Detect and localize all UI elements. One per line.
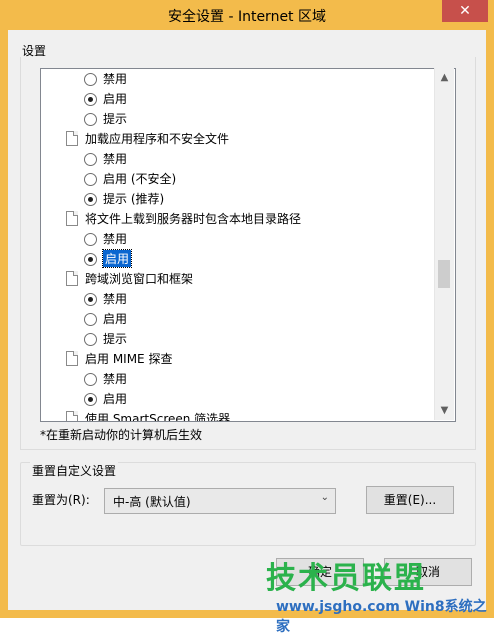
setting-option-label[interactable]: 提示 [103,330,127,347]
radio-unchecked-icon[interactable] [84,233,97,246]
title-bar[interactable]: 安全设置 - Internet 区域 ✕ [0,0,494,30]
radio-unchecked-icon[interactable] [84,113,97,126]
watermark-url-text: www.jsgho.com [276,599,400,615]
setting-header-label: 加载应用程序和不安全文件 [85,132,230,146]
watermark-logo-text: 技术员联盟 [266,561,426,596]
setting-option-label[interactable]: 启用 [101,249,133,268]
radio-unchecked-icon[interactable] [84,153,97,166]
setting-option-label[interactable]: 禁用 [103,70,127,87]
setting-option[interactable]: 禁用 [41,229,431,249]
radio-checked-icon[interactable] [84,253,97,266]
setting-option[interactable]: 禁用 [41,289,431,309]
setting-option-label[interactable]: 提示 [103,110,127,127]
setting-option-label[interactable]: 启用 [103,310,127,327]
setting-option-label[interactable]: 启用 [103,90,127,107]
setting-option-label[interactable]: 禁用 [103,230,127,247]
reset-level-dropdown[interactable]: 中-高 (默认值) ⌄ [104,488,336,514]
setting-option[interactable]: 提示 (推荐) [41,189,431,209]
window-title: 安全设置 - Internet 区域 [168,9,326,25]
setting-option-label[interactable]: 启用 (不安全) [103,170,176,187]
setting-option[interactable]: 启用 (不安全) [41,169,431,189]
scroll-thumb[interactable] [438,260,450,288]
radio-unchecked-icon[interactable] [84,173,97,186]
setting-option[interactable]: 启用 [41,389,431,409]
setting-header-label: 跨域浏览窗口和框架 [85,272,194,286]
setting-option-label[interactable]: 提示 (推荐) [103,190,164,207]
setting-header: 跨域浏览窗口和框架 [41,269,431,289]
setting-header-label: 将文件上载到服务器时包含本地目录路径 [85,212,302,226]
radio-checked-icon[interactable] [84,193,97,206]
watermark-url: www.jsgho.com Win8系统之家 [276,596,494,636]
reset-to-label: 重置为(R): [32,493,90,507]
document-icon [66,131,78,146]
settings-list[interactable]: 禁用 启用 提示 加载应用程序和不安全文件 禁用 启用 (不安全) 提示 (推荐) 将文件上载… [40,68,456,422]
setting-header-label: 启用 MIME 探查 [85,352,173,366]
radio-unchecked-icon[interactable] [84,333,97,346]
setting-option[interactable]: 提示 [41,329,431,349]
document-icon [66,411,78,421]
setting-header: 启用 MIME 探查 [41,349,431,369]
document-icon [66,211,78,226]
chevron-down-icon: ⌄ [320,492,329,503]
radio-unchecked-icon[interactable] [84,313,97,326]
close-button[interactable]: ✕ [442,0,488,22]
setting-header: 将文件上载到服务器时包含本地目录路径 [41,209,431,229]
radio-checked-icon[interactable] [84,93,97,106]
setting-option[interactable]: 启用 [41,89,431,109]
reset-level-value: 中-高 (默认值) [113,495,191,509]
setting-option-label[interactable]: 启用 [103,390,127,407]
setting-option[interactable]: 提示 [41,109,431,129]
radio-checked-icon[interactable] [84,293,97,306]
setting-option[interactable]: 禁用 [41,369,431,389]
setting-option[interactable]: 禁用 [41,149,431,169]
restart-note: *在重新启动你的计算机后生效 [40,428,203,442]
radio-unchecked-icon[interactable] [84,73,97,86]
setting-option-label[interactable]: 禁用 [103,290,127,307]
setting-option[interactable]: 启用 [41,249,431,269]
setting-option-label[interactable]: 禁用 [103,370,127,387]
scroll-down-arrow-icon[interactable]: ▼ [435,401,454,420]
radio-unchecked-icon[interactable] [84,373,97,386]
document-icon [66,351,78,366]
scroll-up-arrow-icon[interactable]: ▲ [435,68,454,87]
reset-group-label: 重置自定义设置 [30,462,119,479]
setting-option-label[interactable]: 禁用 [103,150,127,167]
setting-header: 加载应用程序和不安全文件 [41,129,431,149]
document-icon [66,271,78,286]
setting-option[interactable]: 启用 [41,309,431,329]
reset-button[interactable]: 重置(E)... [366,486,454,514]
radio-checked-icon[interactable] [84,393,97,406]
setting-header: 使用 SmartScreen 筛选器 [41,409,431,422]
scrollbar[interactable]: ▲ ▼ [434,68,454,420]
setting-header-label: 使用 SmartScreen 筛选器 [85,412,231,422]
setting-option[interactable]: 禁用 [41,69,431,89]
